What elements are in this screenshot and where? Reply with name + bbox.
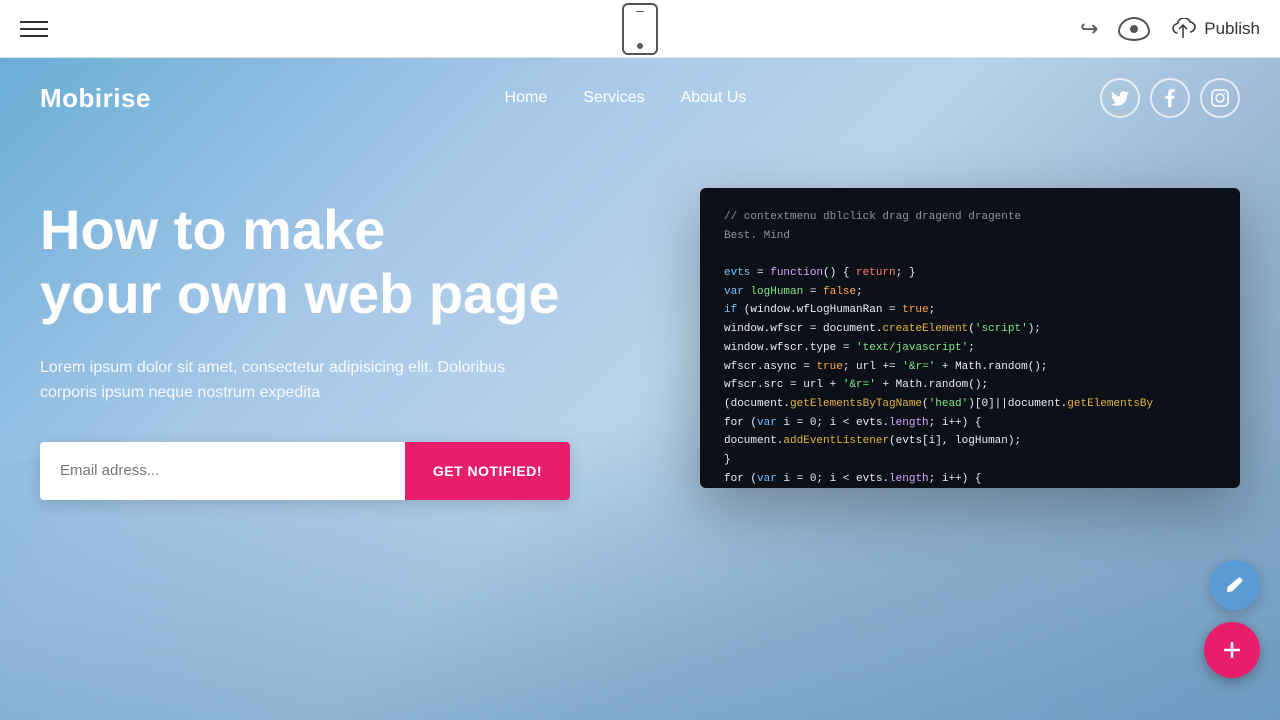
notify-button[interactable]: GET NOTIFIED! xyxy=(405,442,570,500)
social-icons-group xyxy=(1100,78,1240,118)
nav-links: Home Services About Us xyxy=(505,89,747,107)
preview-area: Mobirise Home Services About Us xyxy=(0,58,1280,720)
hero-text-block: How to make your own web page Lorem ipsu… xyxy=(40,198,570,500)
email-input[interactable] xyxy=(40,442,405,500)
publish-button[interactable]: Publish xyxy=(1170,18,1260,40)
edit-fab-button[interactable] xyxy=(1210,560,1260,610)
nav-link-about[interactable]: About Us xyxy=(681,89,747,107)
email-form: GET NOTIFIED! xyxy=(40,442,570,500)
publish-label: Publish xyxy=(1204,19,1260,39)
site-navigation: Mobirise Home Services About Us xyxy=(0,58,1280,138)
toolbar: ↩ Publish xyxy=(0,0,1280,58)
code-content: // contextmenu dblclick drag dragend dra… xyxy=(700,188,1240,488)
nav-link-services[interactable]: Services xyxy=(583,89,644,107)
add-fab-button[interactable] xyxy=(1204,622,1260,678)
undo-icon[interactable]: ↩ xyxy=(1080,16,1098,42)
code-screenshot: // contextmenu dblclick drag dragend dra… xyxy=(700,188,1240,488)
facebook-icon[interactable] xyxy=(1150,78,1190,118)
mobile-preview-icon[interactable] xyxy=(622,3,658,55)
upload-cloud-icon xyxy=(1170,18,1196,40)
twitter-icon[interactable] xyxy=(1100,78,1140,118)
hero-title: How to make your own web page xyxy=(40,198,570,327)
toolbar-center xyxy=(622,3,658,55)
hamburger-menu-icon[interactable] xyxy=(20,21,48,37)
hero-subtitle: Lorem ipsum dolor sit amet, consectetur … xyxy=(40,355,560,406)
toolbar-right: ↩ Publish xyxy=(1080,16,1260,42)
hero-content: How to make your own web page Lorem ipsu… xyxy=(0,138,1280,500)
preview-eye-icon[interactable] xyxy=(1118,18,1150,40)
site-logo: Mobirise xyxy=(40,83,151,114)
instagram-icon[interactable] xyxy=(1200,78,1240,118)
toolbar-left xyxy=(20,21,48,37)
nav-link-home[interactable]: Home xyxy=(505,89,548,107)
